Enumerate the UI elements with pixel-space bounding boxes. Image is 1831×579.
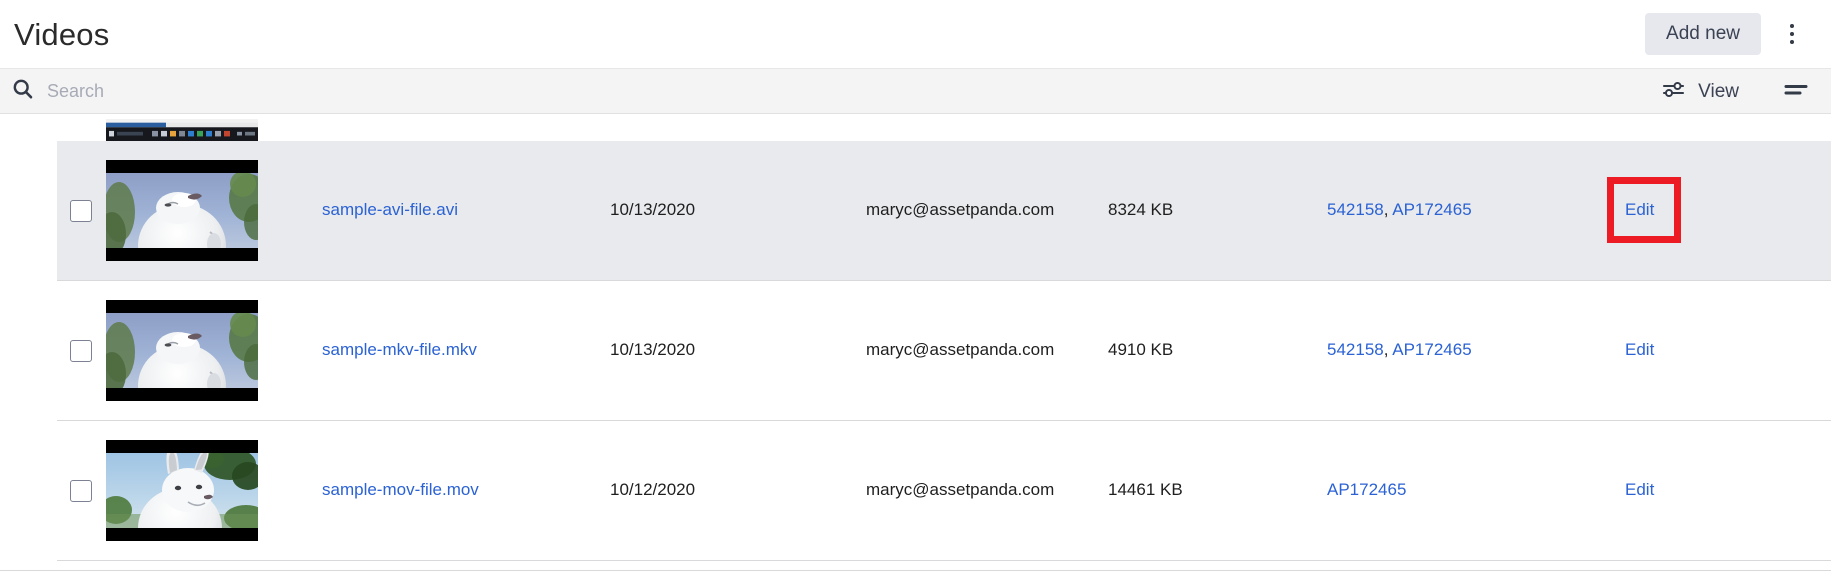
- row-date-cell: 10/13/2020: [604, 200, 860, 220]
- file-size: 8324 KB: [1108, 200, 1174, 220]
- row-checkbox-cell: [57, 339, 104, 362]
- big-buck-bunny-frame-closeup[interactable]: [106, 160, 258, 261]
- asset-separator: ,: [1383, 200, 1393, 220]
- view-label: View: [1698, 80, 1739, 102]
- asset-separator: ,: [1383, 340, 1393, 360]
- desktop-screenshot-thumbnail[interactable]: [106, 119, 258, 141]
- row-name-cell: sample-mov-file.mov: [286, 480, 604, 500]
- search-icon: [12, 78, 34, 105]
- row-name-cell: sample-avi-file.avi: [286, 200, 604, 220]
- table-row[interactable]: [57, 114, 1831, 141]
- table-row[interactable]: sample-mov-file.mov 10/12/2020 maryc@ass…: [57, 421, 1831, 561]
- file-date: 10/13/2020: [610, 340, 696, 360]
- file-owner: maryc@assetpanda.com: [866, 480, 1055, 500]
- row-checkbox-cell: [57, 479, 104, 502]
- row-user-cell: maryc@assetpanda.com: [860, 480, 1100, 500]
- row-edit-cell: Edit: [1573, 480, 1831, 500]
- row-date-cell: 10/13/2020: [604, 340, 860, 360]
- videos-page: Videos Add new Search View sample-avi-fi…: [0, 0, 1831, 579]
- edit-link[interactable]: Edit: [1625, 200, 1654, 220]
- row-thumbnail-cell: [104, 160, 286, 261]
- asset-link[interactable]: AP172465: [1327, 480, 1406, 499]
- file-name-link[interactable]: sample-mov-file.mov: [322, 480, 479, 499]
- row-user-cell: maryc@assetpanda.com: [860, 200, 1100, 220]
- table-row[interactable]: sample-avi-file.avi 10/13/2020 maryc@ass…: [57, 141, 1831, 281]
- row-thumbnail-cell: [104, 300, 286, 401]
- sliders-icon: [1662, 79, 1686, 104]
- asset-link[interactable]: 542158: [1327, 340, 1384, 359]
- video-list[interactable]: sample-avi-file.avi 10/13/2020 maryc@ass…: [0, 114, 1831, 579]
- row-thumbnail-cell: [104, 440, 286, 541]
- row-checkbox-cell: [57, 199, 104, 222]
- row-user-cell: maryc@assetpanda.com: [860, 340, 1100, 360]
- file-size: 4910 KB: [1108, 340, 1174, 360]
- row-assets-cell: 542158, AP172465: [1325, 340, 1573, 360]
- big-buck-bunny-frame-closeup[interactable]: [106, 300, 258, 401]
- asset-link[interactable]: 542158: [1327, 200, 1384, 219]
- row-assets-cell: 542158, AP172465: [1325, 200, 1573, 220]
- page-title: Videos: [14, 16, 110, 52]
- page-header: Videos Add new: [0, 0, 1831, 68]
- row-checkbox[interactable]: [69, 479, 92, 502]
- file-owner: maryc@assetpanda.com: [866, 200, 1055, 220]
- row-thumbnail-cell: [104, 119, 286, 141]
- row-size-cell: 8324 KB: [1100, 200, 1325, 220]
- row-size-cell: 4910 KB: [1100, 340, 1325, 360]
- file-size: 14461 KB: [1108, 480, 1183, 500]
- row-checkbox[interactable]: [69, 339, 92, 362]
- row-edit-cell: Edit: [1573, 177, 1831, 244]
- edit-link[interactable]: Edit: [1625, 480, 1654, 500]
- edit-link[interactable]: Edit: [1625, 340, 1654, 360]
- file-owner: maryc@assetpanda.com: [866, 340, 1055, 360]
- search-area: [12, 78, 1662, 105]
- row-date-cell: 10/12/2020: [604, 480, 860, 500]
- add-new-button[interactable]: Add new: [1645, 13, 1761, 55]
- row-checkbox[interactable]: [69, 199, 92, 222]
- file-name-link[interactable]: sample-avi-file.avi: [322, 200, 458, 219]
- row-name-cell: sample-mkv-file.mkv: [286, 340, 604, 360]
- search-toolbar: View: [0, 68, 1831, 114]
- row-edit-cell: Edit: [1573, 340, 1831, 360]
- list-bottom-divider: [0, 570, 1831, 571]
- view-button[interactable]: View: [1662, 79, 1739, 104]
- asset-link[interactable]: AP172465: [1392, 200, 1471, 219]
- file-date: 10/12/2020: [610, 480, 696, 500]
- more-vertical-icon[interactable]: [1775, 14, 1809, 54]
- file-date: 10/13/2020: [610, 200, 696, 220]
- row-size-cell: 14461 KB: [1100, 480, 1325, 500]
- file-name-link[interactable]: sample-mkv-file.mkv: [322, 340, 477, 359]
- asset-link[interactable]: AP172465: [1392, 340, 1471, 359]
- sort-descending-icon[interactable]: [1783, 82, 1809, 100]
- table-row[interactable]: sample-mkv-file.mkv 10/13/2020 maryc@ass…: [57, 281, 1831, 421]
- search-input[interactable]: [47, 80, 527, 102]
- row-assets-cell: AP172465: [1325, 480, 1573, 500]
- big-buck-bunny-frame-ears[interactable]: [106, 440, 258, 541]
